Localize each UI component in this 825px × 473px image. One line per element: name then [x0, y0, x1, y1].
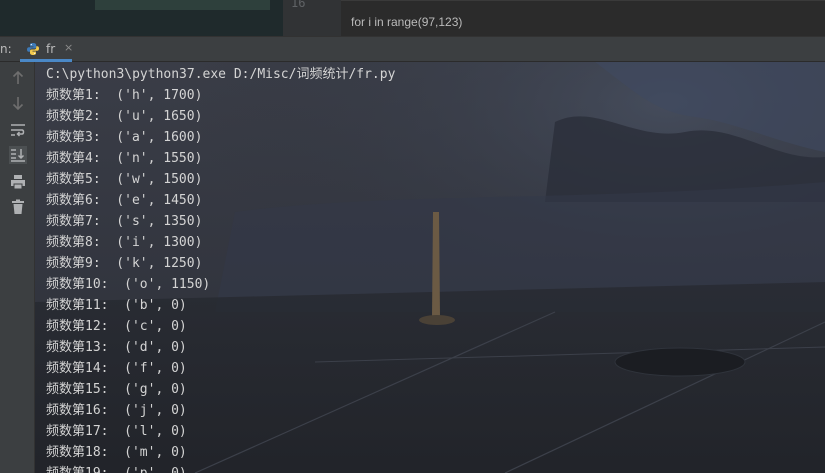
- code-breadcrumb-bar[interactable]: for i in range(97,123): [341, 0, 825, 36]
- console-line: 频数第19: ('p', 0): [46, 463, 395, 473]
- console-line: 频数第15: ('g', 0): [46, 382, 187, 397]
- up-arrow-icon[interactable]: [9, 69, 27, 87]
- console-line: 频数第2: ('u', 1650): [46, 109, 203, 124]
- console-line: 频数第14: ('f', 0): [46, 361, 187, 376]
- print-icon[interactable]: [9, 173, 27, 191]
- console-line: 频数第1: ('h', 1700): [46, 88, 203, 103]
- console-line: 频数第8: ('i', 1300): [46, 235, 203, 250]
- line-number-gutter: 16: [283, 0, 341, 36]
- tab-close-icon[interactable]: ×: [64, 41, 73, 54]
- tab-fr[interactable]: fr ×: [20, 37, 73, 62]
- run-toolbar: [0, 62, 35, 473]
- soft-wrap-icon[interactable]: [9, 121, 27, 139]
- down-arrow-icon[interactable]: [9, 94, 27, 112]
- code-breadcrumb[interactable]: for i in range(97,123): [351, 15, 462, 29]
- python-file-icon: [27, 43, 39, 55]
- console-line: 频数第12: ('c', 0): [46, 319, 187, 334]
- console-line: 频数第18: ('m', 0): [46, 445, 187, 460]
- console-line: 频数第17: ('l', 0): [46, 424, 187, 439]
- console-line: 频数第10: ('o', 1150): [46, 277, 211, 292]
- console-line: 频数第7: ('s', 1350): [46, 214, 203, 229]
- console-line: 频数第5: ('w', 1500): [46, 172, 203, 187]
- run-tab-bar: n: fr ×: [0, 36, 825, 62]
- console-line: 频数第3: ('a', 1600): [46, 130, 203, 145]
- console-command-line: C:\python3\python37.exe D:/Misc/词频统计/fr.…: [46, 67, 396, 82]
- console-output[interactable]: C:\python3\python37.exe D:/Misc/词频统计/fr.…: [35, 62, 825, 473]
- run-panel-label: n:: [0, 42, 12, 56]
- console-line: 频数第9: ('k', 1250): [46, 256, 203, 271]
- trash-icon[interactable]: [9, 198, 27, 216]
- console-lines: C:\python3\python37.exe D:/Misc/词频统计/fr.…: [46, 64, 395, 473]
- console-line: 频数第11: ('b', 0): [46, 298, 187, 313]
- scroll-to-end-icon[interactable]: [9, 146, 27, 164]
- line-number: 16: [291, 0, 306, 10]
- console-line: 频数第6: ('e', 1450): [46, 193, 203, 208]
- console-line: 频数第16: ('j', 0): [46, 403, 187, 418]
- console-line: 频数第4: ('n', 1550): [46, 151, 203, 166]
- console-line: 频数第13: ('d', 0): [46, 340, 187, 355]
- editor-left-panel: [0, 0, 283, 36]
- editor-area: 16 for i in range(97,123): [0, 0, 825, 36]
- tab-label: fr: [46, 42, 56, 56]
